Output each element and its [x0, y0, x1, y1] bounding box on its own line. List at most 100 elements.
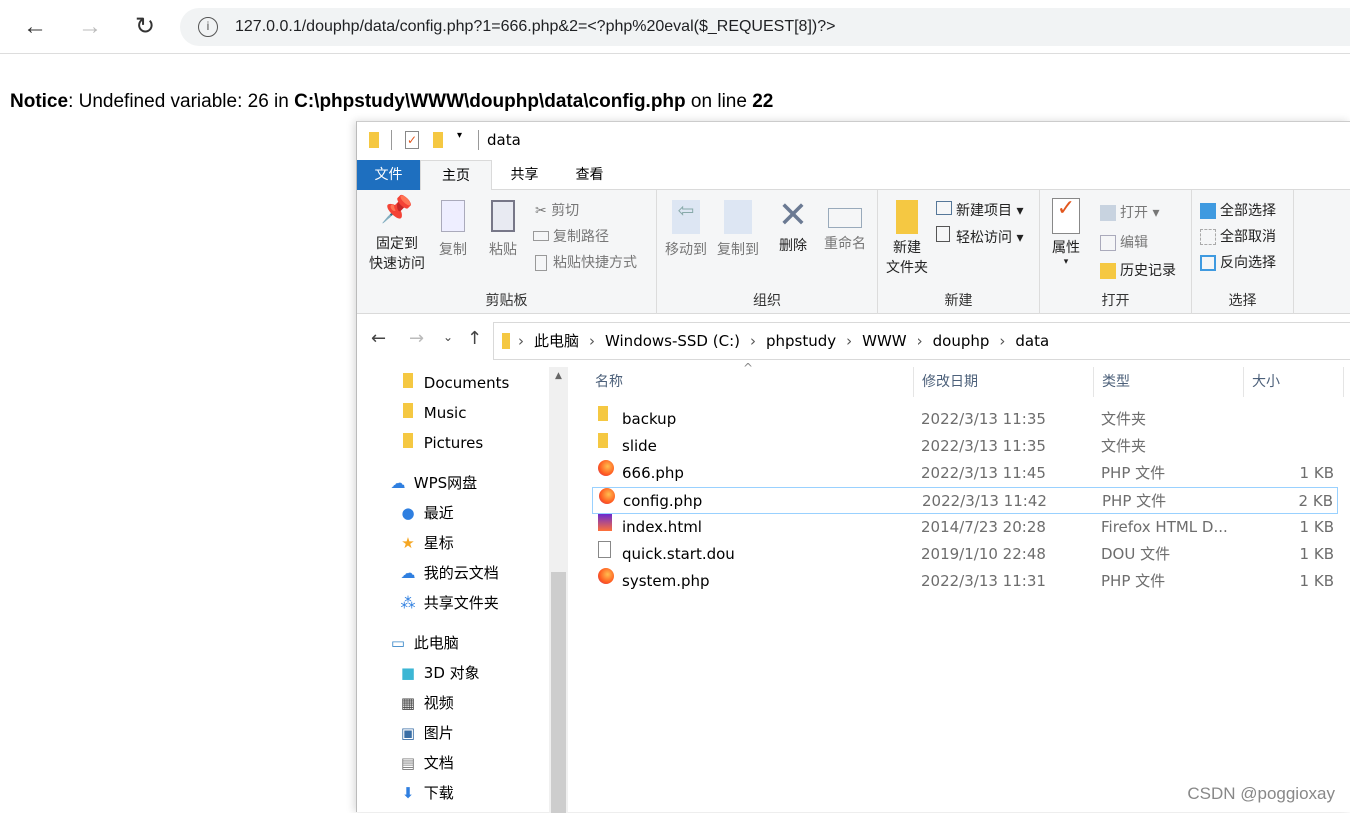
tab-home[interactable]: 主页: [420, 160, 492, 191]
recent-dropdown-icon[interactable]: ⌄: [443, 330, 453, 344]
nav-item-label: 视频: [423, 694, 454, 712]
column-header-type[interactable]: 类型: [1094, 367, 1244, 397]
paste-shortcut-button[interactable]: 粘贴快捷方式: [535, 252, 637, 272]
nav-item[interactable]: Pictures: [397, 428, 483, 458]
file-row[interactable]: quick.start.dou 2019/1/10 22:48 DOU 文件 1 KB: [592, 541, 1338, 568]
cloud-icon: ☁: [400, 564, 416, 582]
file-name: system.php: [622, 572, 710, 590]
easy-access-icon: [936, 226, 950, 242]
label: 复制到: [717, 242, 759, 258]
nav-item[interactable]: Music: [397, 398, 466, 428]
select-all-icon: [1200, 203, 1216, 219]
customize-dropdown-icon[interactable]: ▾: [457, 130, 462, 141]
nav-item[interactable]: ★ 星标: [397, 528, 454, 558]
label: 剪切: [551, 203, 580, 219]
file-row[interactable]: index.html 2014/7/23 20:28 Firefox HTML D.…: [592, 514, 1338, 541]
delete-button[interactable]: ✕ 删除: [773, 196, 813, 256]
column-header-date[interactable]: 修改日期: [914, 367, 1094, 397]
edit-icon: [1100, 235, 1116, 251]
history-button[interactable]: 历史记录: [1100, 260, 1176, 280]
tab-view[interactable]: 查看: [557, 160, 622, 190]
breadcrumb-item[interactable]: 此电脑: [534, 332, 579, 350]
info-icon[interactable]: i: [198, 17, 218, 37]
nav-item-label: 星标: [423, 534, 454, 552]
file-row[interactable]: config.php 2022/3/13 11:42 PHP 文件 2 KB: [592, 487, 1338, 514]
copy-to-button[interactable]: 复制到: [713, 200, 763, 260]
label: 移动到: [665, 242, 707, 258]
move-to-button[interactable]: ⇦ 移动到: [661, 200, 711, 260]
nav-item-label: 共享文件夹: [423, 594, 499, 612]
file-row[interactable]: system.php 2022/3/13 11:31 PHP 文件 1 KB: [592, 568, 1338, 595]
scroll-up-icon[interactable]: ▲: [549, 371, 568, 381]
notice-text: on line: [685, 91, 753, 112]
breadcrumb-item[interactable]: WWW: [862, 332, 907, 350]
nav-item[interactable]: ⁂ 共享文件夹: [397, 588, 499, 618]
back-arrow-icon[interactable]: ←: [20, 12, 50, 42]
invert-selection-button[interactable]: 反向选择: [1200, 252, 1276, 272]
copy-path-button[interactable]: 复制路径: [533, 226, 609, 246]
pin-button[interactable]: 📌 固定到 快速访问: [363, 195, 431, 274]
file-row[interactable]: backup 2022/3/13 11:35 文件夹: [592, 406, 1338, 433]
move-icon: ⇦: [672, 200, 700, 234]
nav-item[interactable]: ☁ WPS网盘: [387, 468, 478, 498]
properties-check-icon: ✓: [1052, 198, 1080, 234]
pin-icon: 📌: [380, 195, 414, 225]
select-all-button[interactable]: 全部选择: [1200, 200, 1276, 220]
nav-item[interactable]: ▦ 视频: [397, 688, 454, 718]
easy-access-button[interactable]: 轻松访问 ▾: [936, 226, 1023, 247]
rename-button[interactable]: 重命名: [817, 200, 873, 254]
nav-item[interactable]: ▤ 文档: [397, 748, 454, 778]
divider: [391, 130, 392, 150]
copy-button[interactable]: 复制: [433, 200, 473, 260]
path-icon: [533, 231, 549, 241]
file-explorer-window: ✓ ▾ data 文件 主页 共享 查看 📌 固定到 快速访问 复制 粘贴 ✂ 剪切…: [356, 121, 1350, 813]
breadcrumb-item[interactable]: data: [1015, 332, 1049, 350]
notice-path: C:\phpstudy\WWW\douphp\data\config.php: [294, 91, 686, 112]
window-title: data: [487, 131, 521, 149]
nav-item[interactable]: Documents: [397, 368, 509, 398]
label: 重命名: [824, 236, 866, 252]
forward-arrow-icon[interactable]: →: [75, 12, 105, 42]
picture-icon: ▣: [400, 724, 416, 742]
open-button[interactable]: 打开 ▾: [1100, 202, 1159, 222]
properties-icon[interactable]: ✓: [405, 131, 419, 149]
cut-button[interactable]: ✂ 剪切: [535, 200, 579, 220]
tab-share[interactable]: 共享: [492, 160, 557, 190]
nav-item[interactable]: ⬇ 下载: [397, 778, 454, 808]
breadcrumb-item[interactable]: phpstudy: [766, 332, 836, 350]
file-row[interactable]: 666.php 2022/3/13 11:45 PHP 文件 1 KB: [592, 460, 1338, 487]
back-icon[interactable]: ←: [371, 328, 386, 349]
paste-button[interactable]: 粘贴: [483, 200, 523, 260]
group-label: 组织: [753, 293, 781, 309]
column-header-name[interactable]: 名称: [568, 367, 914, 397]
file-type: PHP 文件: [1102, 492, 1167, 510]
breadcrumb-item[interactable]: Windows-SSD (C:): [605, 332, 740, 350]
nav-item[interactable]: ● 最近: [397, 498, 453, 528]
chevron-right-icon: ›: [518, 332, 524, 350]
breadcrumb-item[interactable]: douphp: [933, 332, 990, 350]
nav-item[interactable]: ■ 3D 对象: [397, 658, 480, 688]
nav-item[interactable]: ☁ 我的云文档: [397, 558, 499, 588]
address-bar[interactable]: i 127.0.0.1/douphp/data/config.php?1=666…: [180, 8, 1350, 46]
copy-icon: [441, 200, 465, 232]
new-folder-button[interactable]: 新建 文件夹: [882, 200, 932, 278]
forward-icon[interactable]: →: [409, 328, 424, 349]
new-item-button[interactable]: 新建项目 ▾: [936, 200, 1023, 220]
file-size: 1 KB: [1299, 572, 1334, 590]
properties-button[interactable]: ✓ 属性 ▾: [1046, 198, 1086, 267]
nav-item[interactable]: ▣ 图片: [397, 718, 454, 748]
breadcrumb[interactable]: › 此电脑 › Windows-SSD (C:) › phpstudy › WWW › doup…: [493, 322, 1350, 360]
up-icon[interactable]: ↑: [467, 328, 482, 349]
edit-button[interactable]: 编辑: [1100, 232, 1148, 252]
reload-icon[interactable]: ↻: [130, 12, 160, 42]
tab-file[interactable]: 文件: [357, 160, 420, 190]
file-row[interactable]: slide 2022/3/13 11:35 文件夹: [592, 433, 1338, 460]
chevron-right-icon: ›: [846, 332, 853, 350]
new-folder-icon[interactable]: [433, 132, 443, 148]
new-group: 新建 文件夹 新建项目 ▾ 轻松访问 ▾ 新建: [878, 190, 1040, 314]
select-none-button[interactable]: 全部取消: [1200, 226, 1276, 246]
folder-icon: [397, 428, 419, 458]
column-header-size[interactable]: 大小: [1244, 367, 1344, 397]
scrollbar-thumb[interactable]: [551, 572, 566, 813]
nav-item[interactable]: ▭ 此电脑: [387, 628, 459, 658]
